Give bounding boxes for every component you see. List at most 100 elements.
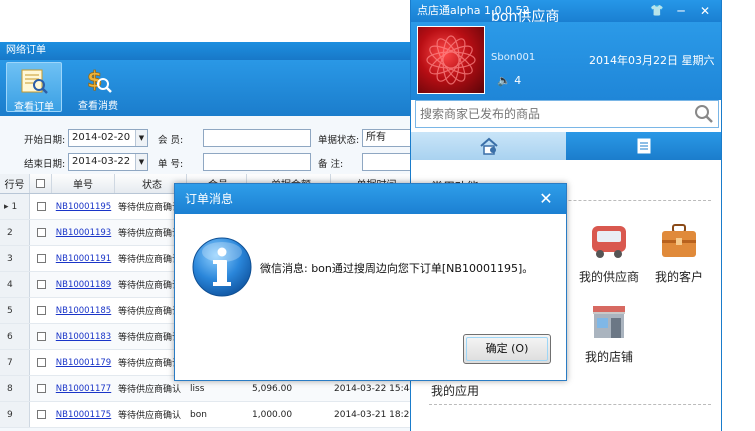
order-no-link[interactable]: NB10001191 (56, 254, 111, 264)
order-no-link[interactable]: NB10001189 (56, 280, 111, 290)
row-checkbox[interactable] (36, 254, 46, 263)
row-index: 6 (0, 324, 30, 349)
sound-count: 4 (514, 74, 522, 87)
order-no-cell: NB10001193 (52, 220, 115, 245)
order-no-link[interactable]: NB10001193 (56, 228, 111, 238)
search-icon[interactable] (694, 104, 714, 124)
store-icon (587, 302, 631, 342)
row-index: 7 (0, 350, 30, 375)
remark-label: 备 注: (318, 159, 344, 170)
search-bar (415, 100, 719, 128)
row-select[interactable] (30, 298, 52, 323)
member-label: 会 员: (158, 135, 184, 146)
status-label: 单据状态: (318, 135, 360, 146)
app-my-suppliers-label: 我的供应商 (578, 270, 639, 284)
order-no-cell: NB10001177 (52, 376, 115, 401)
header-select-all[interactable] (30, 174, 52, 193)
row-select[interactable] (30, 402, 52, 427)
row-select[interactable] (30, 324, 52, 349)
row-number: 3 (7, 253, 13, 264)
row-number: 8 (7, 383, 13, 394)
ok-button[interactable]: 确定 (O) (463, 334, 551, 364)
order-no-input[interactable] (203, 153, 311, 171)
row-number: 4 (7, 279, 13, 290)
start-date-label: 开始日期: (24, 135, 66, 146)
shop-account: Sbon001 (491, 52, 536, 63)
avatar[interactable] (417, 26, 485, 94)
app-my-customers[interactable]: 我的客户 (644, 222, 714, 285)
view-order-label: 查看订单 (14, 102, 54, 113)
row-select[interactable] (30, 376, 52, 401)
dialog-titlebar: 订单消息 ✕ (175, 184, 566, 214)
chevron-down-icon[interactable]: ▼ (135, 130, 147, 146)
select-all-checkbox[interactable] (36, 179, 45, 188)
app-my-suppliers[interactable]: 我的供应商 (574, 222, 644, 285)
view-consumption-button[interactable]: $ 查看消费 (70, 62, 126, 112)
order-no-cell: NB10001175 (52, 402, 115, 427)
row-select[interactable] (30, 272, 52, 297)
tab-list[interactable] (566, 132, 721, 160)
row-checkbox[interactable] (36, 410, 46, 419)
order-window-title: 网络订单 (0, 42, 419, 60)
order-no-link[interactable]: NB10001195 (56, 202, 111, 212)
row-number: 9 (7, 409, 13, 420)
end-date-picker[interactable]: 2014-03-22 ▼ (68, 153, 148, 171)
view-consumption-label: 查看消费 (78, 101, 118, 112)
speaker-icon[interactable]: 🔈 (497, 74, 511, 87)
shop-date: 2014年03月22日 星期六 (589, 54, 715, 67)
row-number: 5 (7, 305, 13, 316)
row-index: ▸ 1 (0, 194, 30, 219)
row-checkbox[interactable] (36, 306, 46, 315)
view-consumption-icon: $ (83, 65, 113, 95)
row-select[interactable] (30, 350, 52, 375)
shop-name: bon供应商 (491, 9, 560, 25)
row-select[interactable] (30, 194, 52, 219)
tab-home[interactable] (411, 132, 566, 160)
end-date-value: 2014-03-22 (72, 156, 131, 167)
chevron-down-icon[interactable]: ▼ (135, 154, 147, 170)
order-no-link[interactable]: NB10001183 (56, 332, 111, 342)
row-select[interactable] (30, 246, 52, 271)
row-checkbox[interactable] (36, 228, 46, 237)
table-row[interactable]: 9 NB10001175 等待供应商确认 bon 1,000.00 2014-03-21 … (0, 402, 420, 428)
row-checkbox[interactable] (36, 332, 46, 341)
member-input[interactable] (203, 129, 311, 147)
row-checkbox[interactable] (36, 202, 46, 211)
close-icon[interactable]: ✕ (536, 184, 556, 214)
order-no-cell: NB10001189 (52, 272, 115, 297)
end-date-label: 结束日期: (24, 159, 66, 170)
header-no[interactable]: 单号 (52, 174, 115, 193)
order-no-cell: NB10001183 (52, 324, 115, 349)
row-index: 9 (0, 402, 30, 427)
row-checkbox[interactable] (36, 384, 46, 393)
amount-cell: 1,000.00 (252, 409, 293, 420)
app-my-store[interactable]: 我的店铺 (574, 302, 644, 365)
header-idx[interactable]: 行号 (0, 174, 30, 193)
row-select[interactable] (30, 220, 52, 245)
order-no-link[interactable]: NB10001177 (56, 384, 111, 394)
time-cell: 2014-03-21 18:22 (334, 409, 416, 420)
order-no-link[interactable]: NB10001185 (56, 306, 111, 316)
list-icon (637, 138, 650, 154)
start-date-picker[interactable]: 2014-02-20 ▼ (68, 129, 148, 147)
order-no-cell: NB10001185 (52, 298, 115, 323)
divider (429, 404, 711, 405)
order-toolbar: 查看订单 $ 查看消费 (0, 60, 419, 116)
row-checkbox[interactable] (36, 280, 46, 289)
row-index: 3 (0, 246, 30, 271)
row-checkbox[interactable] (36, 358, 46, 367)
app-my-store-label: 我的店铺 (584, 350, 633, 364)
view-order-button[interactable]: 查看订单 (6, 62, 62, 113)
order-no-cell: NB10001179 (52, 350, 115, 375)
app-my-customers-label: 我的客户 (654, 270, 703, 284)
search-input[interactable] (420, 105, 688, 123)
status-cell: 等待供应商确认 (118, 411, 182, 421)
sound-control[interactable]: 🔈 4 (497, 74, 521, 87)
order-no-link[interactable]: NB10001175 (56, 410, 111, 420)
dialog-title: 订单消息 (185, 192, 234, 206)
order-no-link[interactable]: NB10001179 (56, 358, 111, 368)
info-icon (191, 236, 253, 298)
customer-briefcase-icon (657, 222, 701, 262)
start-date-value: 2014-02-20 (72, 132, 131, 143)
shop-profile: bon供应商 Sbon001 2014年03月22日 星期六 🔈 4 (411, 9, 721, 100)
